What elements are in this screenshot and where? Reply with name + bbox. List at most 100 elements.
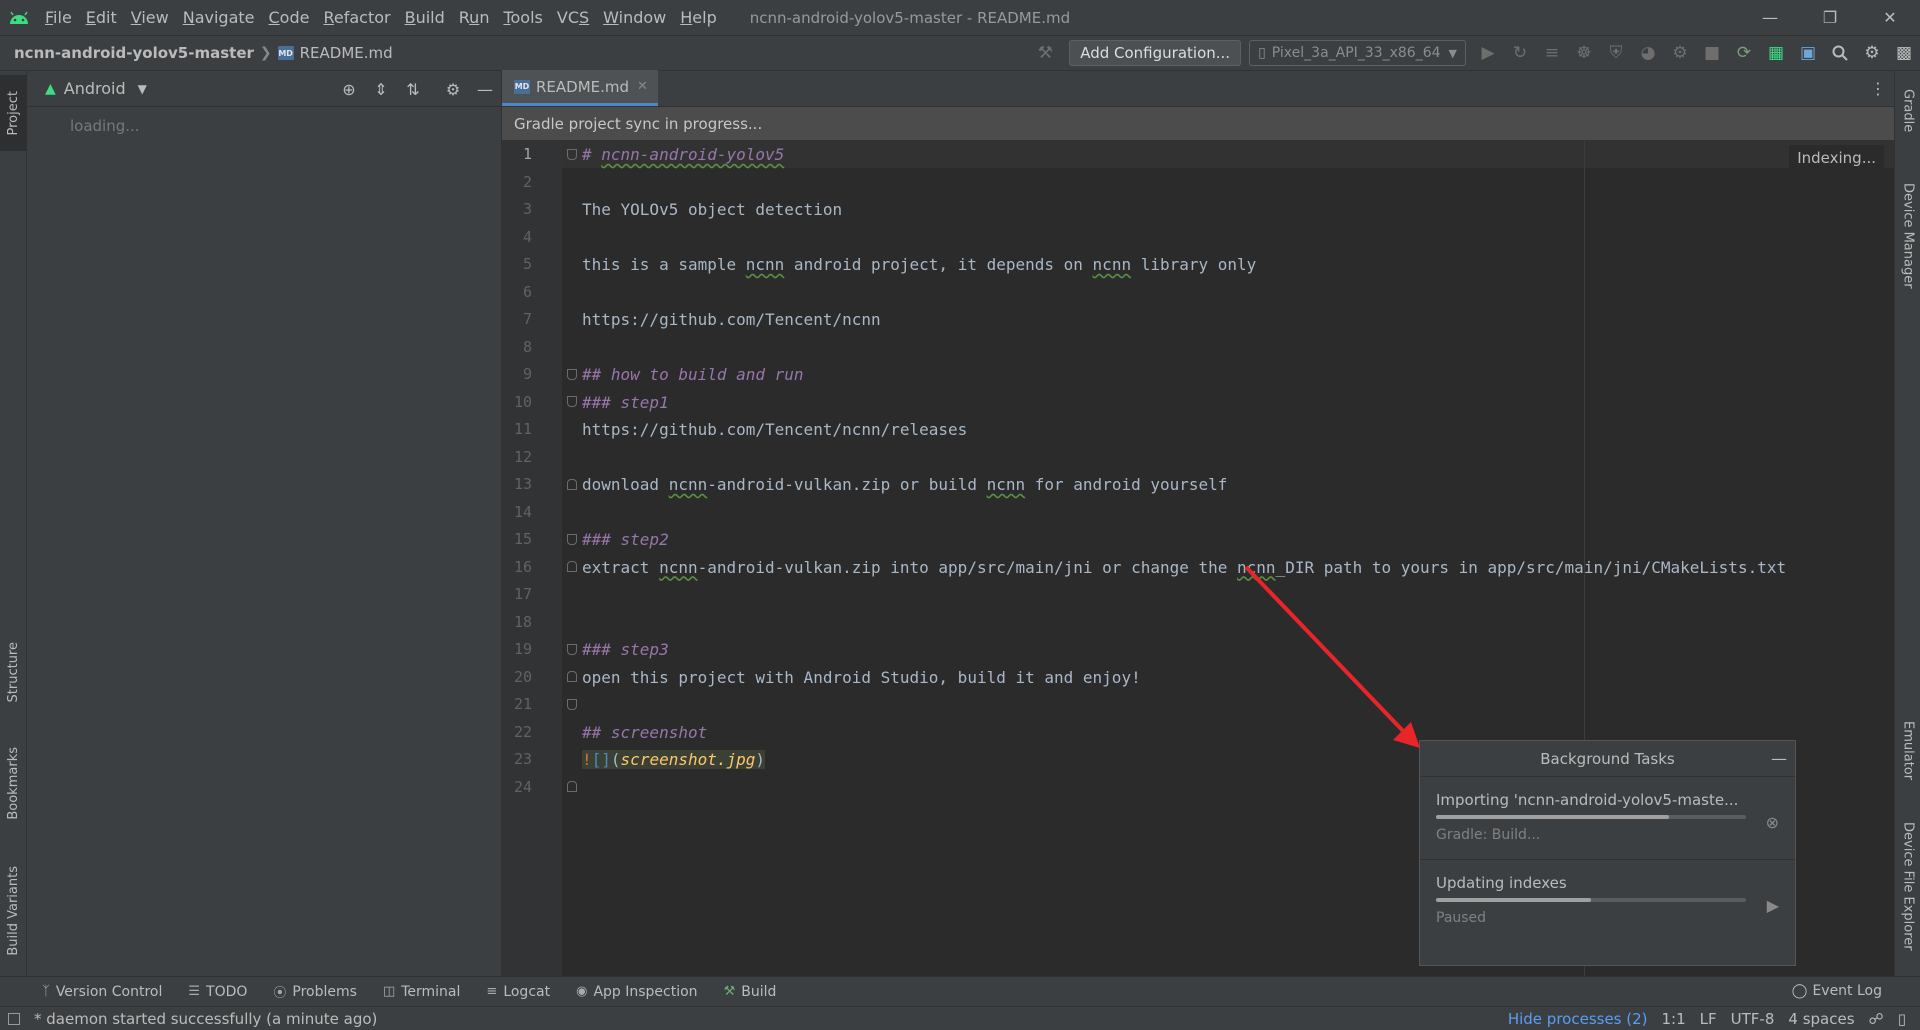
menu-edit[interactable]: Edit xyxy=(79,8,124,27)
menu-tools[interactable]: Tools xyxy=(496,8,549,27)
markdown-file-icon: MD xyxy=(514,79,530,94)
more-options-icon[interactable]: ⋮ xyxy=(1870,79,1886,98)
menu-view[interactable]: View xyxy=(124,8,176,27)
hide-panel-icon[interactable]: — xyxy=(469,72,501,106)
menu-help[interactable]: Help xyxy=(673,8,723,27)
menu-build[interactable]: Build xyxy=(398,8,452,27)
tool-tab-gradle[interactable]: Gradle xyxy=(1895,71,1920,151)
search-icon[interactable] xyxy=(1824,36,1856,70)
debug-icon[interactable]: ☸ xyxy=(1568,36,1600,70)
minimize-icon[interactable]: — xyxy=(1771,749,1787,768)
breadcrumb-project[interactable]: ncnn-android-yolov5-master xyxy=(14,44,254,62)
fold-marker-icon[interactable] xyxy=(567,369,577,380)
status-bar-widgets: Hide processes (2) 1:1 LF UTF-8 4 spaces… xyxy=(1508,1007,1920,1030)
user-account-icon[interactable]: ▩ xyxy=(1888,36,1920,70)
add-configuration-button[interactable]: Add Configuration... xyxy=(1069,40,1242,66)
status-message[interactable]: * daemon started successfully (a minute … xyxy=(34,1010,377,1028)
project-view-selector[interactable]: ▲ Android ▼ xyxy=(45,79,147,98)
project-panel: ▲ Android ▼ ⊕ ⇕ ⇅ ⚙ — loading... xyxy=(27,71,502,976)
toggle-tool-windows-icon[interactable] xyxy=(8,1012,20,1025)
lock-icon[interactable]: ☍ xyxy=(1869,1010,1884,1028)
task-progress-fill xyxy=(1436,815,1669,819)
fold-marker-icon[interactable] xyxy=(567,699,577,710)
fold-marker-icon[interactable] xyxy=(567,534,577,545)
menu-file[interactable]: File xyxy=(38,8,79,27)
fold-marker-icon[interactable] xyxy=(567,479,577,490)
apply-changes-restart-icon[interactable]: ↻ xyxy=(1504,36,1536,70)
tool-tab-logcat[interactable]: ≡ Logcat xyxy=(486,984,550,1000)
close-tab-icon[interactable]: ✕ xyxy=(637,79,648,94)
profile-icon[interactable]: ◕ xyxy=(1632,36,1664,70)
event-log-button[interactable]: ◯ Event Log xyxy=(1792,983,1882,999)
sync-gradle-icon[interactable]: ⟳ xyxy=(1728,36,1760,70)
tool-tab-version-control[interactable]: ᛉ Version Control xyxy=(42,984,162,1000)
tool-tab-structure[interactable]: Structure xyxy=(0,627,27,717)
code-line: this is a sample ncnn android project, i… xyxy=(582,255,1257,274)
code-line: open this project with Android Studio, b… xyxy=(582,667,1141,687)
run-icon[interactable]: ▶ xyxy=(1472,36,1504,70)
line-number: 17 xyxy=(513,585,532,603)
options-gear-icon[interactable]: ⚙ xyxy=(437,72,469,106)
caret-position[interactable]: 1:1 xyxy=(1662,1010,1686,1028)
resume-task-icon[interactable]: ▶ xyxy=(1767,896,1779,915)
status-bar: * daemon started successfully (a minute … xyxy=(0,1006,1920,1030)
menu-window[interactable]: Window xyxy=(596,8,673,27)
device-selector[interactable]: ▯ Pixel_3a_API_33_x86_64 ▼ xyxy=(1249,40,1466,66)
tool-tab-bookmarks[interactable]: Bookmarks xyxy=(0,733,27,833)
fold-marker-icon[interactable] xyxy=(567,781,577,792)
cancel-task-icon[interactable]: ⊗ xyxy=(1766,813,1779,832)
collapse-all-icon[interactable]: ⇅ xyxy=(397,72,429,106)
hide-processes-link[interactable]: Hide processes (2) xyxy=(1508,1010,1648,1028)
sdk-manager-icon[interactable]: ▣ xyxy=(1792,36,1824,70)
line-number: 19 xyxy=(513,640,532,658)
tool-tab-device-file-explorer[interactable]: Device File Explorer xyxy=(1895,811,1920,961)
tool-tab-build-variants[interactable]: Build Variants xyxy=(0,851,27,971)
tool-tab-todo[interactable]: ☰ TODO xyxy=(188,984,247,1000)
chevron-down-icon: ▼ xyxy=(137,81,147,96)
tool-tab-problems[interactable]: ⦿ Problems xyxy=(273,982,357,1002)
device-manager-icon[interactable]: ▦ xyxy=(1760,36,1792,70)
restore-window-icon[interactable]: ❐ xyxy=(1800,0,1860,35)
tool-tab-build[interactable]: ⚒ Build xyxy=(724,984,777,1000)
line-separator[interactable]: LF xyxy=(1700,1010,1717,1028)
code-line: https://github.com/Tencent/ncnn/releases xyxy=(582,420,968,439)
editor-tab-readme[interactable]: MD README.md ✕ xyxy=(502,70,658,106)
menu-navigate[interactable]: Navigate xyxy=(176,8,262,27)
stop-icon[interactable]: ■ xyxy=(1696,36,1728,70)
indent-setting[interactable]: 4 spaces xyxy=(1788,1010,1854,1028)
expand-all-icon[interactable]: ⇕ xyxy=(365,72,397,106)
menu-refactor[interactable]: Refactor xyxy=(316,8,397,27)
fold-marker-icon[interactable] xyxy=(567,149,577,160)
branch-icon: ᛉ xyxy=(42,984,50,999)
attach-debugger-icon[interactable]: ⚙ xyxy=(1664,36,1696,70)
tool-tab-project[interactable]: Project xyxy=(0,75,27,151)
breadcrumb-separator-icon: ❯ xyxy=(259,45,272,61)
line-number: 1 xyxy=(522,145,532,163)
fold-marker-icon[interactable] xyxy=(567,671,577,682)
menu-code[interactable]: Code xyxy=(262,8,317,27)
tool-tab-terminal[interactable]: ◫ Terminal xyxy=(383,984,460,1000)
menu-run[interactable]: Run xyxy=(452,8,497,27)
breadcrumb-file[interactable]: README.md xyxy=(300,44,393,62)
project-tree[interactable]: loading... xyxy=(27,117,501,135)
minimize-window-icon[interactable]: — xyxy=(1740,0,1800,35)
fold-marker-icon[interactable] xyxy=(567,561,577,572)
close-window-icon[interactable]: ✕ xyxy=(1860,0,1920,35)
line-number: 6 xyxy=(522,282,532,301)
tool-tab-problems-label: Problems xyxy=(292,983,357,1000)
tool-tab-app-inspection[interactable]: ◉ App Inspection xyxy=(576,984,697,1000)
tool-tab-emulator[interactable]: Emulator xyxy=(1895,711,1920,791)
task-name: Importing 'ncnn-android-yolov5-maste... xyxy=(1436,791,1739,809)
fold-marker-icon[interactable] xyxy=(567,396,577,407)
apply-code-changes-icon[interactable]: ≡ xyxy=(1536,36,1568,70)
notifications-icon[interactable]: ▯ xyxy=(1898,1010,1906,1028)
tool-tab-device-manager[interactable]: Device Manager xyxy=(1895,171,1920,301)
settings-gear-icon[interactable]: ⚙ xyxy=(1856,36,1888,70)
hammer-build-icon[interactable]: ⚒ xyxy=(1029,36,1061,70)
navigation-bar: ncnn-android-yolov5-master ❯ MD README.m… xyxy=(0,35,1920,71)
run-with-coverage-icon[interactable]: ⛨ xyxy=(1600,36,1632,70)
menu-vcs[interactable]: VCS xyxy=(550,8,596,27)
fold-marker-icon[interactable] xyxy=(567,644,577,655)
file-encoding[interactable]: UTF-8 xyxy=(1731,1010,1775,1028)
select-opened-file-icon[interactable]: ⊕ xyxy=(333,72,365,106)
